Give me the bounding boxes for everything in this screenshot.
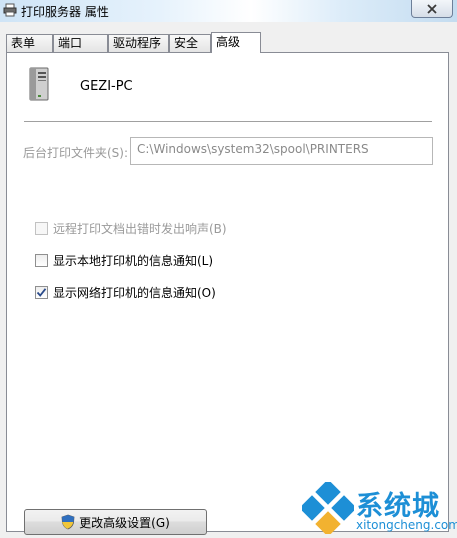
change-advanced-settings-label: 更改高级设置(G) — [79, 515, 170, 530]
remote-beep-label: 远程打印文档出错时发出响声(B) — [53, 222, 227, 236]
change-advanced-settings-button[interactable]: 更改高级设置(G) — [24, 509, 207, 535]
tab-ports[interactable]: 端口 — [53, 34, 108, 52]
option-remote-beep[interactable]: 远程打印文档出错时发出响声(B) — [35, 220, 227, 237]
dialog-body: 表单 端口 驱动程序 安全 高级 GEZI-PC 后台打印文件夹(S): 远程打… — [0, 22, 457, 538]
watermark-url: xitongcheng.com — [356, 518, 457, 532]
tab-security[interactable]: 安全 — [169, 34, 211, 52]
tab-forms[interactable]: 表单 — [6, 34, 53, 52]
printer-icon — [3, 3, 17, 17]
tab-advanced[interactable]: 高级 — [211, 32, 261, 53]
server-tower-icon — [29, 67, 49, 101]
watermark-logo: 系统城 xitongcheng.com — [300, 478, 457, 538]
tab-panel-advanced: GEZI-PC 后台打印文件夹(S): 远程打印文档出错时发出响声(B) 显示本… — [6, 52, 449, 535]
uac-shield-icon — [61, 514, 75, 530]
window-title: 打印服务器 属性 — [21, 5, 109, 19]
tab-drivers[interactable]: 驱动程序 — [108, 34, 169, 52]
brand-logo-icon — [302, 482, 354, 534]
close-button[interactable] — [411, 0, 453, 18]
separator — [24, 121, 432, 122]
spool-folder-label: 后台打印文件夹(S): — [23, 146, 129, 160]
network-notify-checkbox[interactable] — [35, 286, 48, 299]
local-notify-checkbox[interactable] — [35, 254, 48, 267]
remote-beep-checkbox[interactable] — [35, 222, 48, 235]
option-network-notify[interactable]: 显示网络打印机的信息通知(O) — [35, 284, 216, 301]
check-mark-icon — [36, 288, 47, 297]
close-icon — [427, 3, 437, 14]
title-bar[interactable]: 打印服务器 属性 — [0, 0, 457, 22]
option-local-notify[interactable]: 显示本地打印机的信息通知(L) — [35, 252, 213, 269]
local-notify-label: 显示本地打印机的信息通知(L) — [53, 254, 214, 268]
spool-folder-field[interactable] — [130, 137, 433, 165]
network-notify-label: 显示网络打印机的信息通知(O) — [53, 286, 216, 300]
server-name: GEZI-PC — [80, 79, 133, 94]
